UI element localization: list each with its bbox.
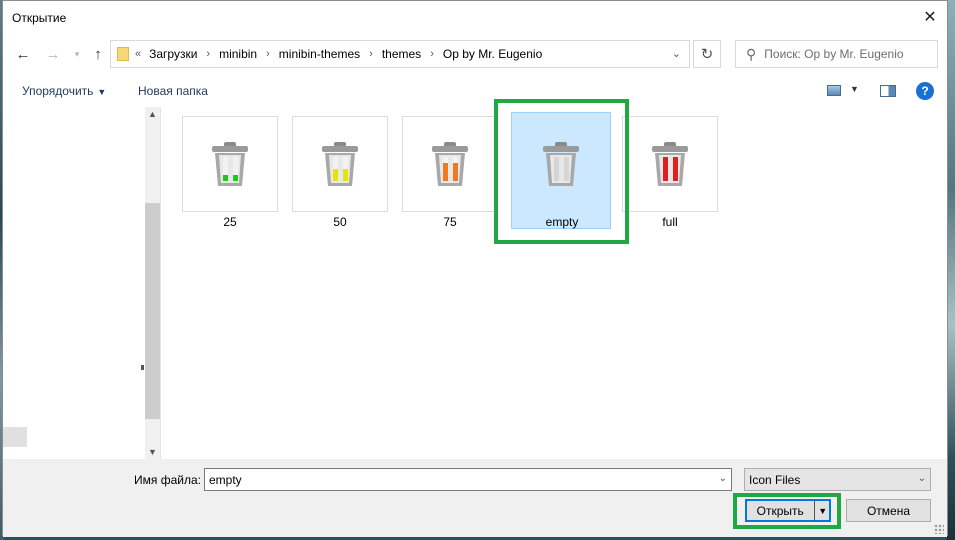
file-item[interactable]: 50 [292,116,388,229]
file-item[interactable]: 75 [402,116,498,229]
folder-icon [117,47,129,61]
bin-lid [432,146,468,152]
title-bar: Открытие ✕ [3,1,947,33]
caret-down-icon[interactable]: ▼ [850,84,859,94]
organize-label: Упорядочить [22,84,94,98]
chevron-down-icon: ▾ [74,48,80,59]
dialog-footer: Имя файла: empty ⌄ Icon Files ⌄ Открыть … [3,459,947,537]
bin-lid [212,146,248,152]
desktop-background-right [947,0,955,540]
search-icon: ⚲ [746,45,757,62]
command-bar: Упорядочить ▼ Новая папка ▼ ? [3,77,947,105]
cancel-button[interactable]: Отмена [846,499,931,522]
close-button[interactable]: ✕ [913,1,947,33]
open-file-dialog: Открытие ✕ ← → ▾ ↑ « Загрузки › minibin … [2,0,948,537]
trash-bin-icon [212,142,248,186]
bin-fill-bar [453,163,458,181]
breadcrumb-separator-icon[interactable]: › [266,48,270,60]
file-item[interactable]: full [622,116,718,229]
file-name: 75 [443,215,457,229]
open-button-highlight-annotation [733,493,841,529]
breadcrumb-separator-icon[interactable]: › [206,48,210,60]
resize-grip[interactable] [934,524,944,534]
breadcrumb-item[interactable]: minibin-themes [279,47,360,61]
arrow-right-icon: → [45,45,61,63]
breadcrumb-item[interactable]: themes [382,47,421,61]
bin-fill-bar [333,169,338,181]
breadcrumb-item[interactable]: minibin [219,47,257,61]
up-button[interactable]: ↑ [87,43,109,65]
breadcrumb-separator-icon[interactable]: › [430,48,434,60]
view-options-icon[interactable] [827,85,841,96]
file-type-value: Icon Files [749,473,801,487]
navigation-row: ← → ▾ ↑ « Загрузки › minibin › minibin-t… [3,35,947,75]
bin-fill-bar [233,175,238,181]
breadcrumb-item[interactable]: Загрузки [149,47,197,61]
new-folder-button[interactable]: Новая папка [138,84,208,98]
file-thumbnail [292,116,388,212]
bin-fill-bar [673,157,678,181]
close-icon: ✕ [923,9,937,26]
file-name: full [662,215,678,229]
breadcrumb-item[interactable]: Op by Mr. Eugenio [443,47,542,61]
bin-fill-bar [663,157,668,181]
filename-label: Имя файла: [134,473,201,487]
vertical-scrollbar[interactable]: ▲ ▼ [145,107,160,459]
filename-value: empty [209,473,242,487]
window-title: Открытие [12,11,67,25]
help-icon[interactable]: ? [916,82,934,100]
bin-lid [322,146,358,152]
search-input[interactable]: ⚲ Поиск: Op by Mr. Eugenio [735,40,938,68]
trash-bin-icon [652,142,688,186]
address-dropdown-icon[interactable]: ⌄ [672,47,681,60]
file-thumbnail [402,116,498,212]
trash-bin-icon [432,142,468,186]
address-bar[interactable]: « Загрузки › minibin › minibin-themes › … [110,40,690,68]
breadcrumb-overflow[interactable]: « [135,48,141,60]
file-thumbnail [622,116,718,212]
file-thumbnail [182,116,278,212]
chevron-down-icon: ⌄ [917,473,926,484]
file-name: 50 [333,215,347,229]
chevron-down-icon[interactable]: ⌄ [719,473,727,484]
scrollbar-thumb[interactable] [145,203,160,419]
preview-pane-icon[interactable] [880,85,896,97]
arrow-up-icon: ↑ [94,45,102,63]
bin-lid [652,146,688,152]
search-placeholder: Поиск: Op by Mr. Eugenio [764,47,904,61]
navigation-pane[interactable]: ▲ ▼ [3,107,161,459]
caret-down-icon: ▼ [97,87,107,97]
refresh-icon: ↻ [700,46,714,63]
selection-highlight-annotation [494,99,629,244]
pane-splitter[interactable] [141,365,144,370]
file-type-select[interactable]: Icon Files ⌄ [744,468,931,491]
file-name: 25 [223,215,237,229]
scroll-down-icon[interactable]: ▼ [148,447,157,457]
scroll-up-icon[interactable]: ▲ [148,109,157,119]
file-item[interactable]: 25 [182,116,278,229]
forward-button[interactable]: → [42,43,64,65]
bin-fill-bar [223,175,228,181]
bin-fill-bar [443,163,448,181]
refresh-button[interactable]: ↻ [693,40,721,68]
file-list[interactable]: 25 50 75 empty full [162,99,947,459]
trash-bin-icon [322,142,358,186]
filename-input[interactable]: empty ⌄ [204,468,732,491]
bin-fill-bar [343,169,348,181]
horizontal-scrollbar[interactable] [3,427,27,447]
back-button[interactable]: ← [12,43,34,65]
arrow-left-icon: ← [15,45,31,63]
organize-button[interactable]: Упорядочить ▼ [22,84,106,98]
breadcrumb-separator-icon[interactable]: › [369,48,373,60]
recent-locations-button[interactable]: ▾ [66,43,88,65]
